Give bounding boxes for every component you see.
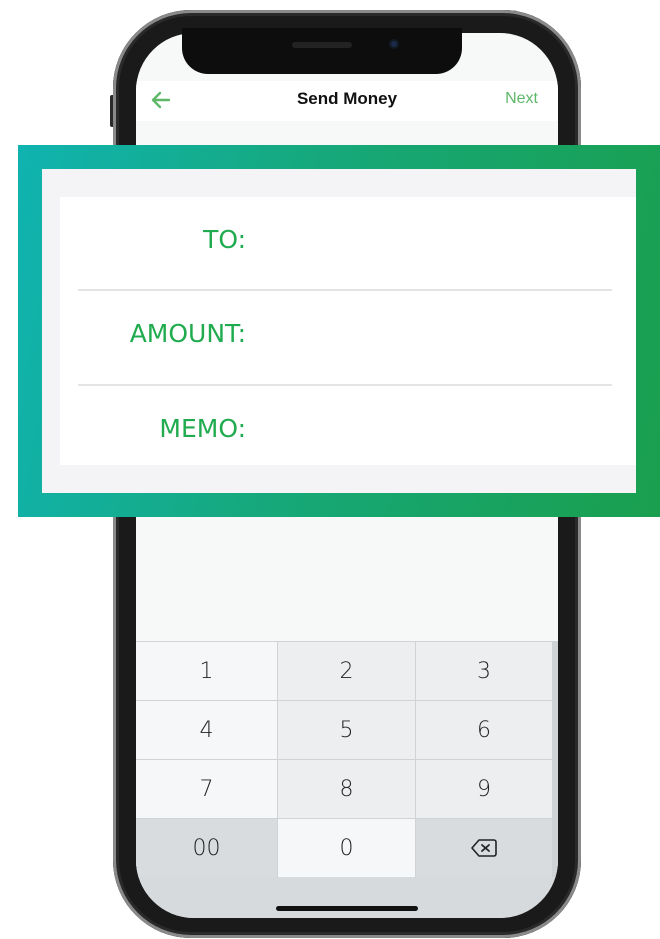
amount-field[interactable] xyxy=(250,301,606,371)
amount-label: AMOUNT: xyxy=(129,319,246,348)
home-indicator xyxy=(276,906,418,911)
notch xyxy=(182,28,462,74)
speaker-grille xyxy=(292,42,352,48)
form-callout: TO: AMOUNT: MEMO: xyxy=(18,145,660,517)
key-4[interactable]: 4 xyxy=(136,701,277,759)
next-button[interactable]: Next xyxy=(505,90,538,108)
key-1[interactable]: 1 xyxy=(136,642,277,700)
to-label: TO: xyxy=(203,225,246,254)
memo-field[interactable] xyxy=(250,396,606,466)
to-field[interactable] xyxy=(250,207,606,277)
key-2[interactable]: 2 xyxy=(278,642,415,700)
callout-inner: TO: AMOUNT: MEMO: xyxy=(42,169,636,493)
key-6[interactable]: 6 xyxy=(416,701,552,759)
key-00[interactable]: 00 xyxy=(136,819,277,877)
memo-label: MEMO: xyxy=(159,414,246,443)
memo-row: MEMO: xyxy=(60,386,636,480)
key-9[interactable]: 9 xyxy=(416,760,552,818)
key-7[interactable]: 7 xyxy=(136,760,277,818)
to-row: TO: xyxy=(60,197,636,291)
send-money-form: TO: AMOUNT: MEMO: xyxy=(60,197,636,465)
nav-bar: Send Money Next xyxy=(136,81,558,121)
numeric-keypad: 1 2 3 4 5 6 7 8 9 00 0 xyxy=(136,641,558,918)
backspace-key[interactable] xyxy=(416,819,552,877)
key-5[interactable]: 5 xyxy=(278,701,415,759)
amount-row: AMOUNT: xyxy=(60,291,636,385)
key-0[interactable]: 0 xyxy=(278,819,415,877)
backspace-icon xyxy=(471,839,497,857)
key-8[interactable]: 8 xyxy=(278,760,415,818)
front-camera-icon xyxy=(389,39,399,49)
page-title: Send Money xyxy=(296,89,398,108)
key-3[interactable]: 3 xyxy=(416,642,552,700)
